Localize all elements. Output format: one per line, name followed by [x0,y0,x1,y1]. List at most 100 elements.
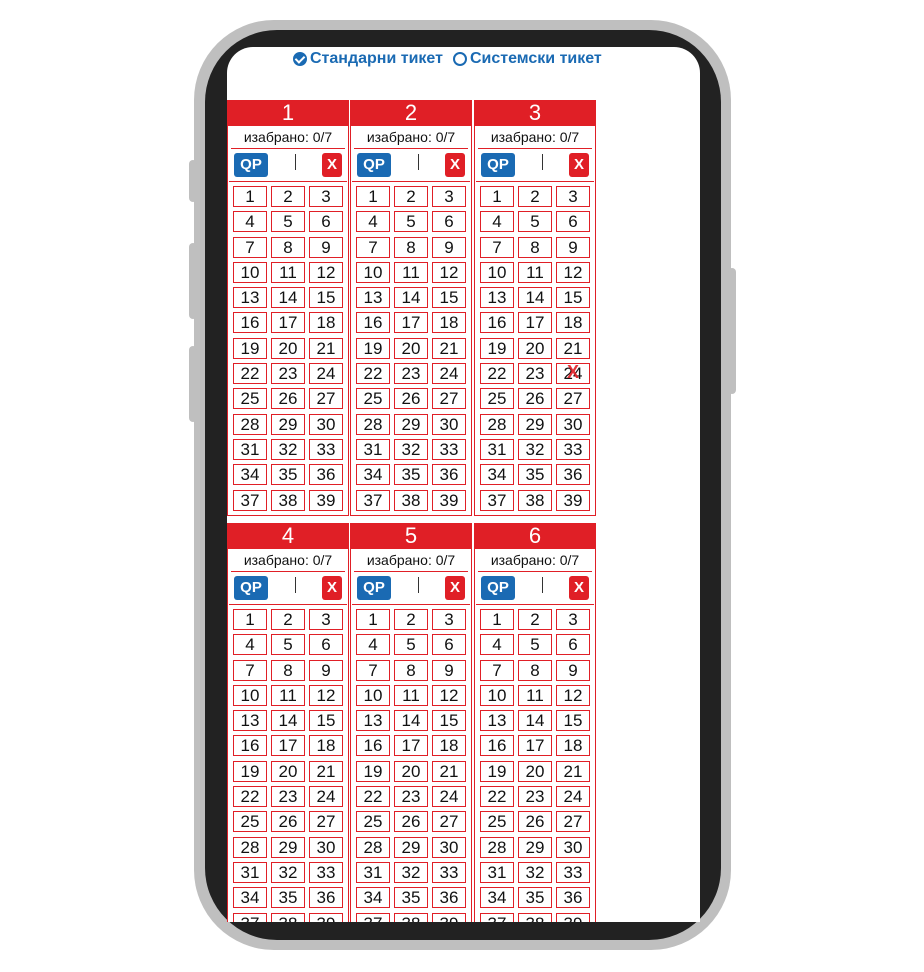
number-cell[interactable]: 24 [556,786,590,808]
number-cell[interactable]: 36 [432,464,466,486]
number-cell[interactable]: 2 [271,186,305,207]
number-cell[interactable]: 26 [394,811,428,833]
number-cell[interactable]: 27 [432,811,466,833]
number-cell[interactable]: 37 [233,489,267,511]
number-cell[interactable]: 22 [233,363,267,385]
number-cell[interactable]: 9 [556,236,590,258]
number-cell[interactable]: 10 [356,684,390,706]
number-cell[interactable]: 9 [432,236,466,258]
number-cell[interactable]: 6 [309,634,343,656]
number-cell[interactable]: 33 [556,861,590,883]
number-cell[interactable]: 18 [432,312,466,334]
number-cell[interactable]: 31 [480,861,514,883]
system-ticket-radio[interactable] [452,52,467,66]
number-cell[interactable]: 16 [356,735,390,757]
number-cell[interactable]: 13 [233,710,267,732]
number-cell[interactable]: 19 [480,760,514,782]
number-cell[interactable]: 15 [432,287,466,309]
number-cell[interactable]: 18 [309,735,343,757]
number-cell[interactable]: 6 [556,211,590,233]
number-cell[interactable]: 30 [556,836,590,858]
number-cell[interactable]: 32 [518,861,552,883]
number-cell[interactable]: 39 [309,489,343,511]
number-cell[interactable]: 25 [480,811,514,833]
number-cell[interactable]: 34 [356,887,390,909]
number-cell[interactable]: 36 [309,887,343,909]
number-cell[interactable]: 27 [556,388,590,410]
number-cell[interactable]: 26 [394,388,428,410]
number-cell[interactable]: 17 [518,312,552,334]
number-cell[interactable]: 25 [356,811,390,833]
number-cell[interactable]: 14 [271,710,305,732]
number-cell[interactable]: 12 [556,684,590,706]
number-cell[interactable]: 30 [556,413,590,435]
number-cell[interactable]: 17 [394,312,428,334]
number-cell[interactable]: 15 [432,710,466,732]
number-cell[interactable]: 28 [480,836,514,858]
number-cell[interactable]: 5 [271,211,305,233]
number-cell[interactable]: 21 [309,760,343,782]
number-cell[interactable]: 38 [518,912,552,922]
number-cell[interactable]: 4 [480,634,514,656]
number-cell[interactable]: 21 [432,760,466,782]
number-cell[interactable]: 39 [432,912,466,922]
number-cell[interactable]: 20 [271,337,305,359]
number-cell[interactable]: 26 [271,388,305,410]
number-cell[interactable]: 2 [394,609,428,630]
number-cell[interactable]: 24 [309,786,343,808]
standard-ticket-label[interactable]: Стандарни тикет [310,50,443,68]
number-cell[interactable]: 31 [356,861,390,883]
number-cell[interactable]: 28 [356,413,390,435]
number-cell[interactable]: 13 [233,287,267,309]
number-cell[interactable]: 5 [518,211,552,233]
number-cell[interactable]: 3 [432,186,466,207]
number-cell[interactable]: 22 [356,363,390,385]
number-cell[interactable]: 38 [518,489,552,511]
number-cell[interactable]: 10 [233,684,267,706]
clear-panel-button[interactable]: X [569,576,589,600]
number-cell[interactable]: 21 [432,337,466,359]
number-cell[interactable]: 8 [271,236,305,258]
number-cell[interactable]: 37 [356,489,390,511]
number-cell[interactable]: 25 [480,388,514,410]
number-cell[interactable]: 34 [356,464,390,486]
number-cell[interactable]: 16 [356,312,390,334]
number-cell[interactable]: 19 [356,337,390,359]
number-cell[interactable]: 9 [309,659,343,681]
number-cell[interactable]: 15 [556,287,590,309]
number-cell[interactable]: 36 [309,464,343,486]
number-cell[interactable]: 14 [518,287,552,309]
number-cell[interactable]: 25 [356,388,390,410]
number-cell[interactable]: 14 [394,710,428,732]
number-cell[interactable]: 19 [480,337,514,359]
quick-pick-button[interactable]: QP [357,576,391,600]
number-cell[interactable]: 36 [432,887,466,909]
number-cell[interactable]: 29 [394,413,428,435]
number-cell[interactable]: 13 [480,710,514,732]
number-cell[interactable]: 1 [480,186,514,207]
number-cell[interactable]: 39 [309,912,343,922]
number-cell[interactable]: 33 [432,861,466,883]
number-cell[interactable]: 24 [432,786,466,808]
quick-pick-button[interactable]: QP [357,153,391,177]
number-cell[interactable]: 5 [394,211,428,233]
number-cell[interactable]: 35 [394,887,428,909]
number-cell[interactable]: 20 [518,337,552,359]
number-cell[interactable]: 33 [309,438,343,460]
number-cell[interactable]: 12 [432,261,466,283]
number-cell[interactable]: 28 [356,836,390,858]
number-cell[interactable]: 12 [556,261,590,283]
number-cell[interactable]: 12 [432,684,466,706]
number-cell[interactable]: 14 [271,287,305,309]
number-cell[interactable]: 11 [518,261,552,283]
number-cell[interactable]: 16 [233,735,267,757]
number-cell[interactable]: 39 [556,489,590,511]
number-cell[interactable]: 7 [233,236,267,258]
number-cell[interactable]: 20 [394,760,428,782]
number-cell[interactable]: 16 [480,312,514,334]
number-cell[interactable]: 3 [309,186,343,207]
number-cell[interactable]: 38 [394,912,428,922]
clear-panel-button[interactable]: X [569,153,589,177]
number-cell[interactable]: 11 [394,684,428,706]
number-cell[interactable]: 20 [394,337,428,359]
